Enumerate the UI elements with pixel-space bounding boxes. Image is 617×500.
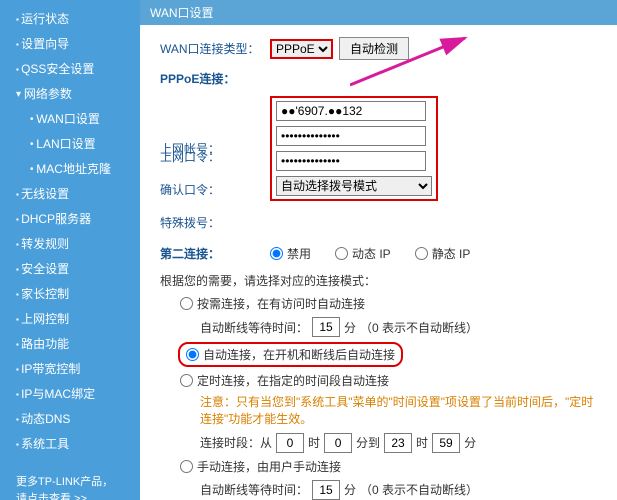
mode-auto-radio[interactable] xyxy=(186,348,199,361)
mode-manual-label: 手动连接，由用户手动连接 xyxy=(197,458,341,475)
footer-line1: 更多TP-LINK产品， xyxy=(16,474,132,491)
nav-wan[interactable]: WAN口设置 xyxy=(0,106,140,131)
second-static-radio[interactable] xyxy=(415,247,428,260)
conn-type-label: WAN口连接类型： xyxy=(160,40,270,57)
nav-network-label[interactable]: 网络参数 xyxy=(0,81,140,106)
nav-network-group[interactable]: 网络参数 WAN口设置 LAN口设置 MAC地址克隆 xyxy=(0,81,140,181)
dial-label: 特殊拨号： xyxy=(160,214,270,231)
password-label2: 上网口令： xyxy=(160,148,270,165)
sidebar: 运行状态 设置向导 QSS安全设置 网络参数 WAN口设置 LAN口设置 MAC… xyxy=(0,0,140,500)
second-dynamic-radio[interactable] xyxy=(335,247,348,260)
time-note: 注意：只有当您到"系统工具"菜单的"时间设置"项设置了当前时间后，"定时连接"功… xyxy=(200,394,600,428)
section-title: WAN口设置 xyxy=(140,0,617,25)
period-h2[interactable] xyxy=(384,433,412,453)
nav-qss[interactable]: QSS安全设置 xyxy=(0,56,140,81)
mode-help-text: 根据您的需要，请选择对应的连接模式： xyxy=(160,272,597,289)
confirm-label: 确认口令： xyxy=(160,181,270,198)
idle-label: 自动断线等待时间： xyxy=(200,319,308,336)
dial-select[interactable]: 自动选择拨号模式 xyxy=(276,176,432,196)
main-content: WAN口设置 WAN口连接类型： PPPoE 自动检测 PPPoE连接： 上网帐… xyxy=(140,0,617,500)
mode-demand-label: 按需连接，在有访问时自动连接 xyxy=(197,295,365,312)
confirm-input[interactable] xyxy=(276,151,426,171)
pppoe-label: PPPoE连接： xyxy=(160,70,270,87)
nav-lan[interactable]: LAN口设置 xyxy=(0,131,140,156)
period-m2[interactable] xyxy=(432,433,460,453)
conn-type-select[interactable]: PPPoE xyxy=(270,39,333,59)
mode-time-label: 定时连接，在指定的时间段自动连接 xyxy=(197,372,389,389)
nav-route[interactable]: 路由功能 xyxy=(0,331,140,356)
second-disable-radio[interactable] xyxy=(270,247,283,260)
nav-status[interactable]: 运行状态 xyxy=(0,6,140,31)
idle-note: （0 表示不自动断线） xyxy=(360,319,478,336)
period-m1[interactable] xyxy=(324,433,352,453)
nav-forward[interactable]: 转发规则 xyxy=(0,231,140,256)
mode-manual-radio[interactable] xyxy=(180,460,193,473)
nav-ipmac[interactable]: IP与MAC绑定 xyxy=(0,381,140,406)
nav-ddns[interactable]: 动态DNS xyxy=(0,406,140,431)
mode-demand-radio[interactable] xyxy=(180,297,193,310)
nav-security[interactable]: 安全设置 xyxy=(0,256,140,281)
nav-dhcp[interactable]: DHCP服务器 xyxy=(0,206,140,231)
nav-system[interactable]: 系统工具 xyxy=(0,431,140,456)
mode-auto-label: 自动连接，在开机和断线后自动连接 xyxy=(203,346,395,363)
mode-auto-highlight: 自动连接，在开机和断线后自动连接 xyxy=(178,342,403,367)
sidebar-footer[interactable]: 更多TP-LINK产品， 请点击查看 >> xyxy=(0,466,140,500)
nav-access[interactable]: 上网控制 xyxy=(0,306,140,331)
period-h1[interactable] xyxy=(276,433,304,453)
footer-line2[interactable]: 请点击查看 >> xyxy=(16,491,132,500)
mode-time-radio[interactable] xyxy=(180,374,193,387)
idle-input-2[interactable] xyxy=(312,480,340,500)
nav-wizard[interactable]: 设置向导 xyxy=(0,31,140,56)
nav-bandwidth[interactable]: IP带宽控制 xyxy=(0,356,140,381)
auto-detect-button[interactable]: 自动检测 xyxy=(339,37,409,60)
nav-parent[interactable]: 家长控制 xyxy=(0,281,140,306)
nav-wireless[interactable]: 无线设置 xyxy=(0,181,140,206)
nav-mac[interactable]: MAC地址克隆 xyxy=(0,156,140,181)
second-conn-label: 第二连接： xyxy=(160,245,270,262)
idle-input[interactable] xyxy=(312,317,340,337)
